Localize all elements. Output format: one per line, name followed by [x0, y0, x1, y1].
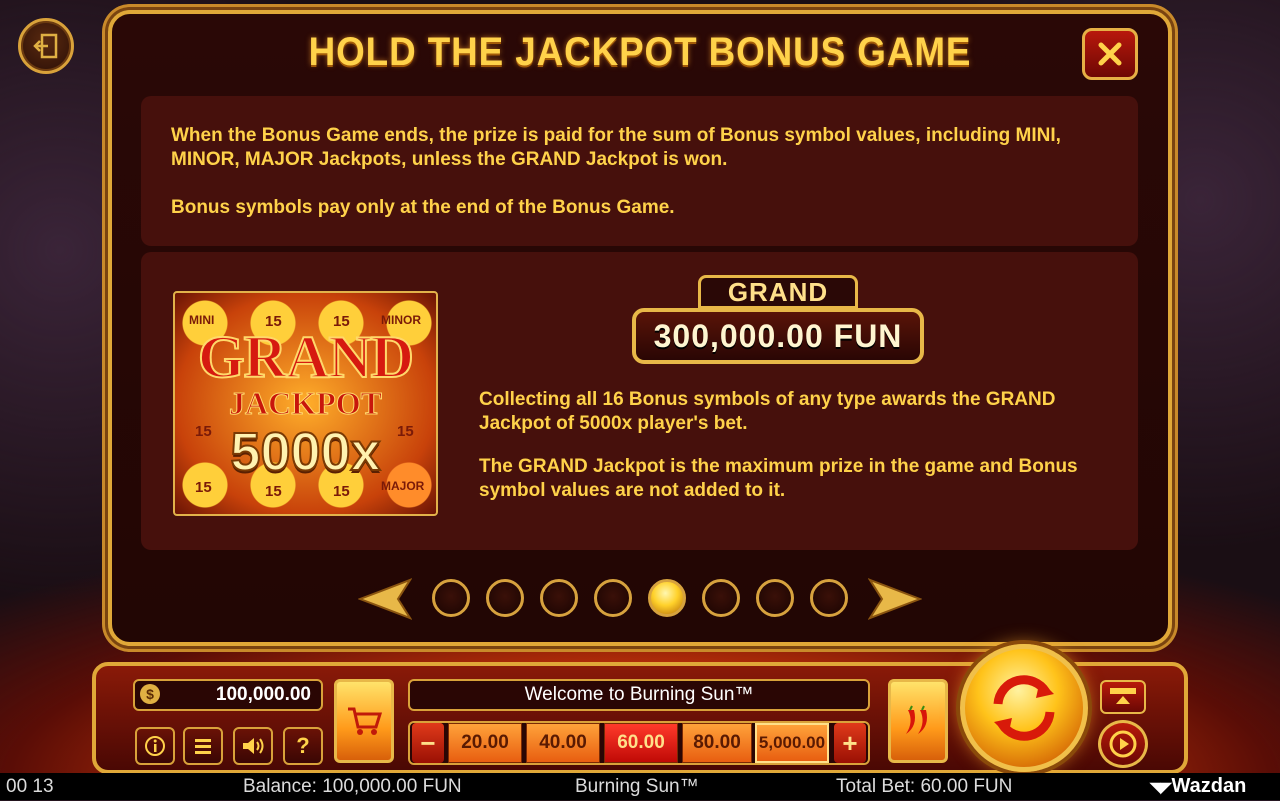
coin-value: 15 [265, 483, 282, 500]
dialog-title: HOLD THE JACKPOT BONUS GAME [308, 30, 972, 74]
page-dot-active[interactable] [648, 579, 686, 617]
speaker-icon [243, 738, 264, 754]
status-balance: Balance: 100,000.00 FUN [243, 776, 462, 797]
grand-jackpot-image: MINI MINOR MAJOR 15 15 15 15 15 15 15 GR… [173, 291, 438, 516]
menu-icon [195, 739, 211, 754]
info-button[interactable] [135, 727, 175, 765]
menu-button[interactable] [183, 727, 223, 765]
money-bag-icon: $ [140, 684, 160, 704]
buy-feature-button[interactable] [334, 679, 394, 763]
chili-pepper-icon [906, 705, 927, 734]
coin-value: 15 [333, 483, 350, 500]
help-button[interactable]: ? [283, 727, 323, 765]
clock: 00 13 [6, 776, 54, 797]
status-total-bet: Total Bet: 60.00 FUN [836, 776, 1013, 797]
chili-feature-button[interactable] [888, 679, 948, 763]
status-bar: 00 13 Balance: 100,000.00 FUN Burning Su… [0, 773, 1280, 800]
balance-display: 100,000.00 [133, 679, 323, 711]
shopping-cart-icon [348, 707, 382, 735]
spin-arrows-icon [993, 675, 1055, 741]
page-dot[interactable] [540, 579, 578, 617]
next-page-arrow-icon[interactable] [868, 578, 922, 620]
bet-decrease-button[interactable]: − [412, 723, 444, 763]
bet-option[interactable]: 80.00 [682, 723, 752, 763]
page-dot[interactable] [486, 579, 524, 617]
rule-text-prize: When the Bonus Game ends, the prize is p… [171, 125, 1061, 170]
page-dot[interactable] [594, 579, 632, 617]
grand-badge-amount: 300,000.00 FUN [632, 308, 924, 364]
bet-option-max[interactable]: 5,000.00 [755, 723, 829, 763]
page-dot[interactable] [756, 579, 794, 617]
bet-option-selected[interactable]: 60.00 [604, 723, 678, 763]
rule-text-bonus-pay: Bonus symbols pay only at the end of the… [171, 197, 675, 218]
multiplier-text: 5000x [229, 421, 381, 483]
jackpot-text: JACKPOT [229, 385, 383, 422]
status-game-name: Burning Sun™ [575, 776, 699, 797]
page-dot[interactable] [702, 579, 740, 617]
message-display: Welcome to Burning Sun™ [408, 679, 870, 711]
info-icon [145, 736, 165, 756]
page-dot[interactable] [810, 579, 848, 617]
fast-forward-icon [1110, 688, 1136, 704]
autoplay-icon [1109, 730, 1137, 758]
bet-increase-button[interactable]: + [834, 723, 866, 763]
balance-value: 100,000.00 [215, 684, 311, 705]
bet-option[interactable]: 40.00 [526, 723, 600, 763]
quick-spin-button[interactable] [1100, 680, 1146, 714]
brand-name: Wazdan [1171, 775, 1247, 797]
bet-option[interactable]: 20.00 [448, 723, 522, 763]
brand-mark-icon: ◥◤ [1150, 779, 1172, 795]
grand-badge-label: GRAND [698, 275, 858, 309]
question-mark-icon: ? [296, 733, 310, 758]
previous-page-arrow-icon[interactable] [358, 578, 412, 620]
brand-logo: ◥◤Wazdan [1150, 773, 1246, 800]
sound-button[interactable] [233, 727, 273, 765]
rule-text-grand-award: Collecting all 16 Bonus symbols of any t… [479, 389, 1056, 434]
spin-button[interactable] [960, 644, 1088, 772]
close-icon [1098, 42, 1122, 66]
autoplay-button[interactable] [1098, 720, 1148, 768]
page-dot[interactable] [432, 579, 470, 617]
rule-text-grand-max: The GRAND Jackpot is the maximum prize i… [479, 456, 1078, 501]
grand-text: GRAND [197, 323, 415, 391]
close-button[interactable] [1082, 28, 1138, 80]
